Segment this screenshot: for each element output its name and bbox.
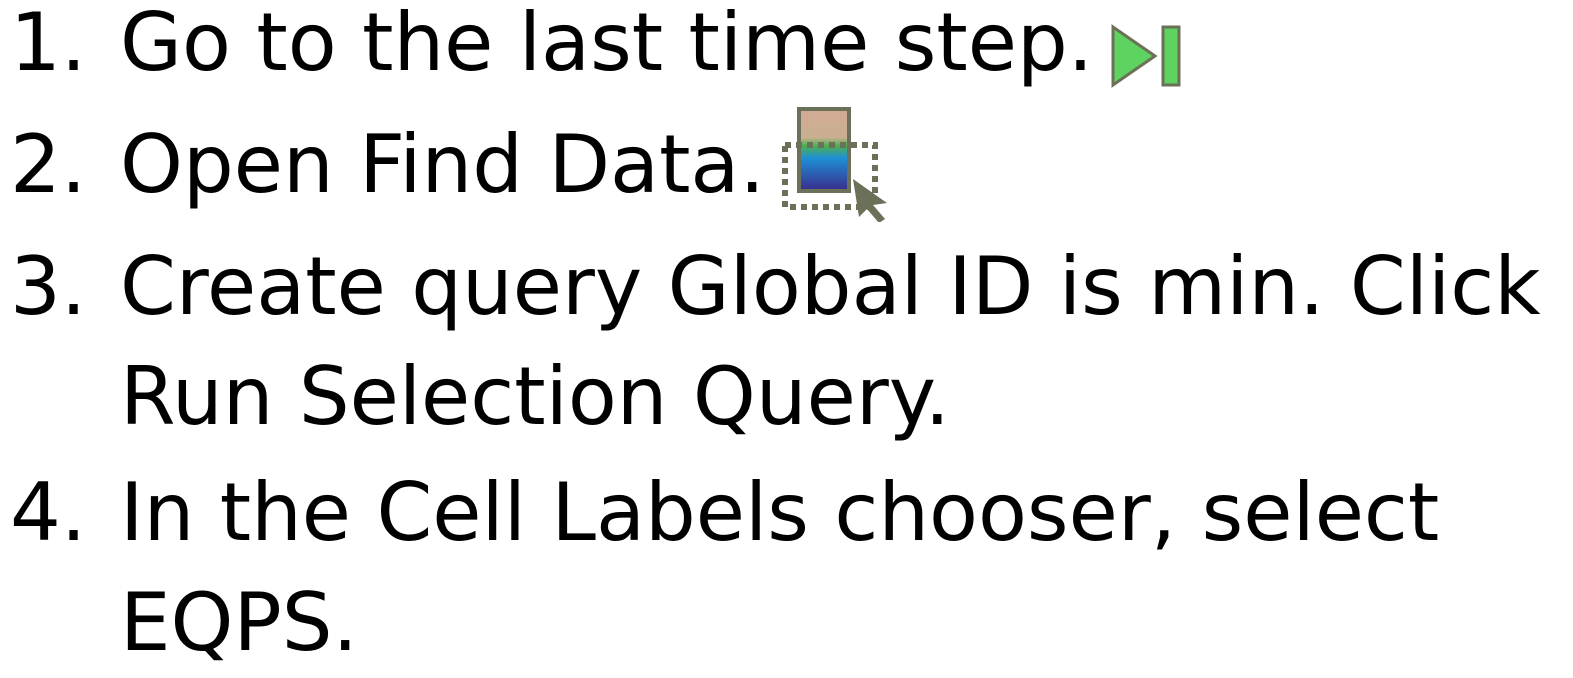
step-2: 2. Open Find Data. [0, 106, 896, 228]
last-time-step-icon [1109, 7, 1185, 88]
step-text-line-2: Run Selection Query. [120, 350, 951, 443]
step-3: 3. Create query Global ID is min. Click … [0, 232, 1541, 452]
step-text-line-1: Create query Global ID is min. Click [120, 240, 1541, 333]
step-number: 3. [10, 240, 87, 333]
step-text: Open Find Data. [120, 118, 765, 211]
step-text-line-2: EQPS. [120, 576, 358, 669]
step-number: 1. [10, 0, 87, 89]
step-4: 4. In the Cell Labels chooser, select EQ… [0, 458, 1439, 678]
step-text-line-1: In the Cell Labels chooser, select [120, 466, 1440, 559]
step-text: Go to the last time step. [120, 0, 1094, 89]
find-data-icon [781, 106, 896, 223]
step-number: 4. [10, 466, 87, 559]
step-1: 1. Go to the last time step. [0, 0, 1185, 98]
step-number: 2. [10, 118, 87, 211]
